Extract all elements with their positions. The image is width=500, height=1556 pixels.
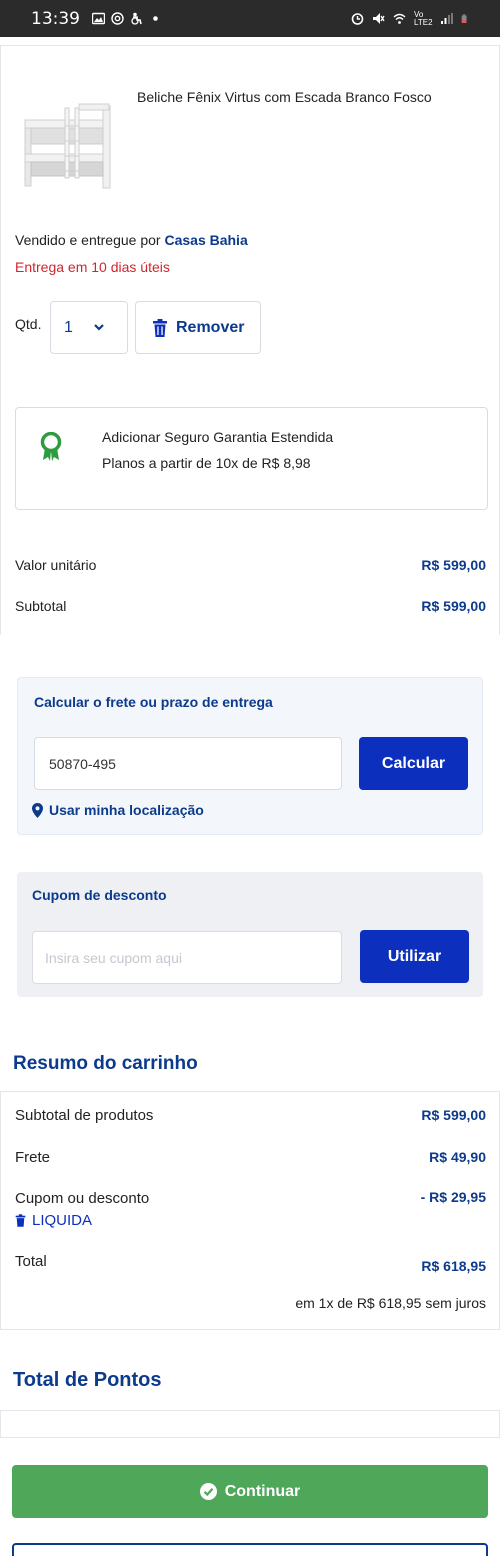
cart-item-card: Beliche Fênix Virtus com Escada Branco F… <box>0 45 500 635</box>
coupon-title: Cupom de desconto <box>32 887 167 903</box>
discount-value: - R$ 29,95 <box>420 1189 486 1205</box>
extended-warranty-offer[interactable]: Adicionar Seguro Garantia Estendida Plan… <box>15 407 488 510</box>
use-location-label: Usar minha localização <box>49 802 204 818</box>
network-label: Vo LTE2 <box>414 9 433 27</box>
use-location-link[interactable]: Usar minha localização <box>32 802 204 818</box>
summary-title: Resumo do carrinho <box>13 1053 198 1074</box>
alarm-icon <box>351 13 364 25</box>
coupon-input[interactable] <box>32 931 342 984</box>
secondary-button[interactable] <box>12 1543 488 1556</box>
quantity-label: Qtd. <box>15 316 42 332</box>
applied-coupon-code: LIQUIDA <box>32 1212 93 1229</box>
accessibility-icon <box>131 12 142 25</box>
apply-coupon-button[interactable]: Utilizar <box>360 930 469 983</box>
coupon-box: Cupom de desconto Utilizar <box>17 872 483 997</box>
notification-dot-icon <box>153 16 158 21</box>
continue-button[interactable]: Continuar <box>12 1465 488 1518</box>
trash-icon <box>153 318 167 337</box>
quantity-select[interactable]: 1 <box>50 301 128 354</box>
signal-icon <box>441 13 453 24</box>
item-subtotal-label: Subtotal <box>15 598 67 614</box>
freight-value: R$ 49,90 <box>429 1149 486 1165</box>
sold-by-label: Vendido e entregue por <box>15 232 161 248</box>
total-value: R$ 618,95 <box>421 1258 486 1274</box>
freight-calculator: Calcular o frete ou prazo de entrega Cal… <box>17 677 483 835</box>
quantity-value: 1 <box>64 318 73 336</box>
products-subtotal-label: Subtotal de produtos <box>15 1107 154 1124</box>
chevron-down-icon <box>94 324 104 331</box>
gallery-icon <box>92 12 105 25</box>
points-title: Total de Pontos <box>13 1369 162 1391</box>
warranty-price: Planos a partir de 10x de R$ 8,98 <box>102 455 311 471</box>
check-circle-icon <box>199 1483 217 1500</box>
unit-price-label: Valor unitário <box>15 557 97 573</box>
cart-summary: Subtotal de produtos R$ 599,00 Frete R$ … <box>0 1091 500 1330</box>
cep-input[interactable] <box>34 737 342 790</box>
trash-icon <box>15 1214 26 1227</box>
continue-label: Continuar <box>224 1482 301 1500</box>
seller-name[interactable]: Casas Bahia <box>164 232 247 248</box>
mute-icon <box>373 13 385 24</box>
product-image[interactable] <box>19 96 123 192</box>
battery-icon <box>461 14 467 23</box>
award-ribbon-icon <box>40 432 62 461</box>
warranty-title: Adicionar Seguro Garantia Estendida <box>102 429 334 445</box>
delivery-estimate: Entrega em 10 dias úteis <box>15 259 170 275</box>
freight-label: Frete <box>15 1149 51 1166</box>
total-label: Total <box>15 1253 47 1270</box>
products-subtotal-value: R$ 599,00 <box>421 1107 486 1123</box>
calculate-button[interactable]: Calcular <box>359 737 468 790</box>
discount-label: Cupom ou desconto <box>15 1190 150 1207</box>
status-bar: 13:39 Vo LTE2 <box>0 0 500 37</box>
at-sign-icon <box>111 12 124 25</box>
unit-price-value: R$ 599,00 <box>421 557 486 573</box>
item-subtotal-value: R$ 599,00 <box>421 598 486 614</box>
installments-info: em 1x de R$ 618,95 sem juros <box>295 1295 486 1311</box>
status-time: 13:39 <box>31 8 80 29</box>
seller-info: Vendido e entregue por Casas Bahia <box>15 232 248 248</box>
applied-coupon[interactable]: LIQUIDA <box>15 1212 92 1229</box>
points-box <box>0 1410 500 1438</box>
remove-button[interactable]: Remover <box>135 301 261 354</box>
product-name[interactable]: Beliche Fênix Virtus com Escada Branco F… <box>137 89 432 105</box>
wifi-icon <box>393 13 406 24</box>
location-pin-icon <box>32 802 43 818</box>
remove-label: Remover <box>176 318 245 336</box>
freight-title: Calcular o frete ou prazo de entrega <box>34 694 273 710</box>
